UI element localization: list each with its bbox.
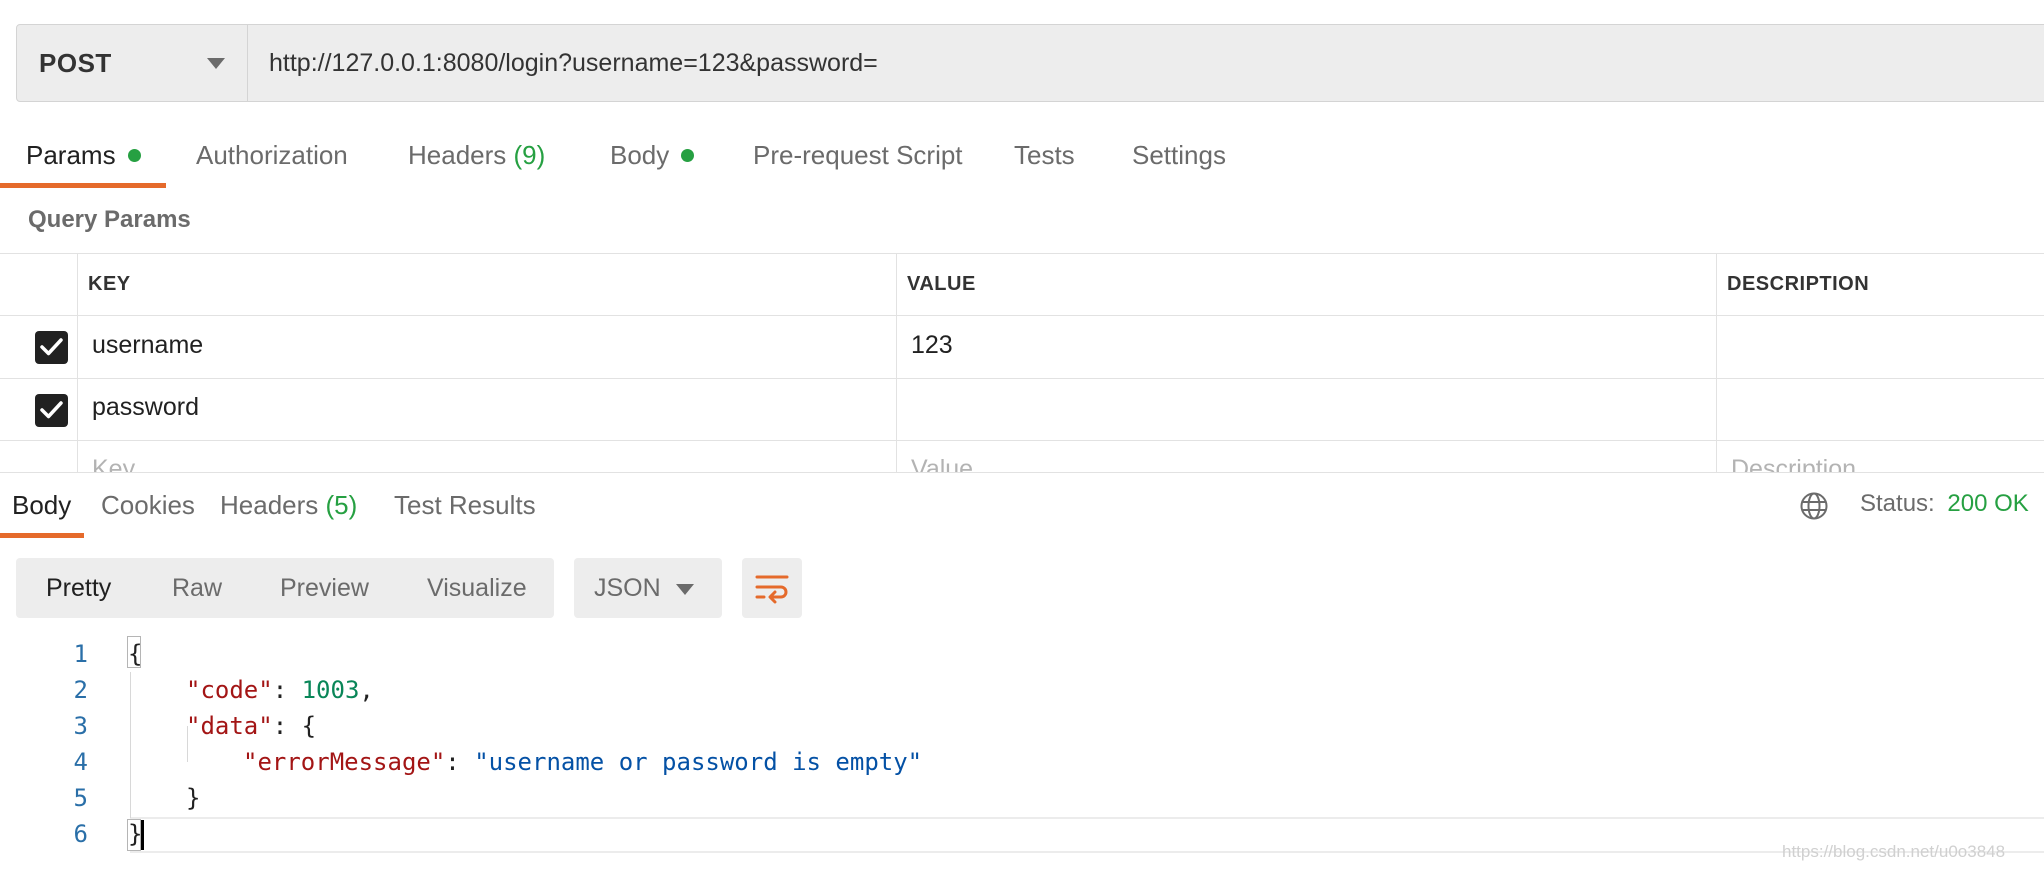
url-input[interactable]: http://127.0.0.1:8080/login?username=123…: [269, 25, 878, 101]
tab-headers[interactable]: Headers (9): [408, 140, 545, 171]
view-raw-button[interactable]: Raw: [172, 558, 222, 618]
tab-headers-count: (9): [513, 140, 546, 170]
response-tab-test-results[interactable]: Test Results: [394, 490, 536, 521]
column-header-key: KEY: [88, 273, 131, 295]
request-tabs: Params Authorization Headers (9) Body Pr…: [0, 130, 2044, 190]
line-number: 6: [73, 820, 88, 848]
response-tab-headers[interactable]: Headers (5): [220, 490, 357, 521]
response-body-editor[interactable]: 1 2 3 4 5 6 { "code": 1003, "data": { "e…: [0, 636, 2044, 856]
param-value-cell[interactable]: 123: [911, 331, 953, 360]
tab-tests[interactable]: Tests: [1014, 140, 1075, 171]
param-key-cell[interactable]: username: [92, 331, 203, 360]
method-label: POST: [39, 47, 112, 78]
json-string: "username or password is empty": [474, 748, 923, 776]
chevron-down-icon: [676, 584, 694, 595]
line-number: 4: [73, 748, 88, 776]
response-tab-cookies[interactable]: Cookies: [101, 490, 195, 521]
json-number: 1003: [301, 676, 360, 704]
table-border: [0, 315, 2044, 316]
chevron-down-icon: [207, 58, 225, 69]
json-brace: }: [128, 820, 143, 848]
json-key: "data": [186, 712, 273, 740]
status-label: Status:: [1860, 490, 1935, 517]
new-key-input[interactable]: Key: [92, 455, 135, 473]
row-checkbox-password[interactable]: [35, 394, 68, 427]
line-number: 1: [73, 640, 88, 668]
code-line: }: [128, 820, 142, 848]
table-border: [0, 253, 2044, 254]
format-label: JSON: [594, 574, 661, 602]
code-line: {: [128, 640, 142, 668]
response-status: Status: 200 OK: [1860, 490, 2029, 518]
query-params-table: KEY VALUE DESCRIPTION username 123 passw…: [0, 253, 2044, 473]
view-visualize-button[interactable]: Visualize: [427, 558, 527, 618]
wrap-lines-button[interactable]: [742, 558, 802, 618]
view-mode-group: Pretty Raw Preview Visualize: [16, 558, 554, 618]
response-tab-body[interactable]: Body: [12, 490, 71, 521]
line-number: 3: [73, 712, 88, 740]
current-line-highlight: [130, 817, 2044, 853]
json-brace: {: [128, 640, 143, 668]
response-divider: [0, 472, 2044, 473]
tab-params[interactable]: Params: [26, 140, 141, 171]
row-checkbox-username[interactable]: [35, 331, 68, 364]
table-border: [0, 378, 2044, 379]
column-divider: [77, 253, 78, 473]
request-bar: POST http://127.0.0.1:8080/login?usernam…: [16, 24, 2044, 102]
format-select[interactable]: JSON: [574, 558, 722, 618]
json-key: "errorMessage": [243, 748, 446, 776]
new-value-input[interactable]: Value: [911, 455, 973, 473]
param-key-cell[interactable]: password: [92, 393, 199, 422]
tab-pre-request-script[interactable]: Pre-request Script: [753, 140, 963, 171]
response-tab-headers-count: (5): [325, 490, 358, 520]
line-number: 2: [73, 676, 88, 704]
code-line: "data": {: [186, 712, 317, 740]
column-divider: [1716, 253, 1717, 473]
method-select[interactable]: POST: [17, 25, 248, 101]
column-header-value: VALUE: [907, 273, 976, 295]
response-tab-headers-label: Headers: [220, 490, 319, 520]
params-active-dot: [127, 148, 141, 162]
response-active-tab-indicator: [0, 533, 84, 538]
code-line: "errorMessage": "username or password is…: [243, 748, 923, 776]
json-brace: }: [186, 784, 201, 812]
tab-body[interactable]: Body: [610, 140, 695, 171]
column-header-description: DESCRIPTION: [1727, 273, 1870, 295]
body-active-dot: [681, 148, 695, 162]
tab-authorization[interactable]: Authorization: [196, 140, 348, 171]
tab-headers-label: Headers: [408, 140, 507, 170]
new-description-input[interactable]: Description: [1731, 455, 1856, 473]
tab-settings[interactable]: Settings: [1132, 140, 1226, 171]
column-divider: [896, 253, 897, 473]
globe-icon[interactable]: [1799, 491, 1829, 521]
code-line: "code": 1003,: [186, 676, 374, 704]
indent-guide: [130, 672, 131, 818]
active-tab-indicator: [0, 183, 166, 188]
query-params-title: Query Params: [28, 206, 191, 233]
response-tabs: Body Cookies Headers (5) Test Results: [0, 478, 2044, 538]
tab-body-label: Body: [610, 140, 670, 170]
json-key: "code": [186, 676, 273, 704]
code-line: }: [186, 784, 200, 812]
view-preview-button[interactable]: Preview: [280, 558, 369, 618]
watermark: https://blog.csdn.net/u0o3848: [1782, 842, 2006, 861]
wrap-lines-icon: [755, 575, 789, 604]
status-value[interactable]: 200 OK: [1947, 490, 2028, 517]
tab-params-label: Params: [26, 140, 116, 170]
view-pretty-button[interactable]: Pretty: [46, 558, 111, 618]
line-number: 5: [73, 784, 88, 812]
table-border: [0, 440, 2044, 441]
